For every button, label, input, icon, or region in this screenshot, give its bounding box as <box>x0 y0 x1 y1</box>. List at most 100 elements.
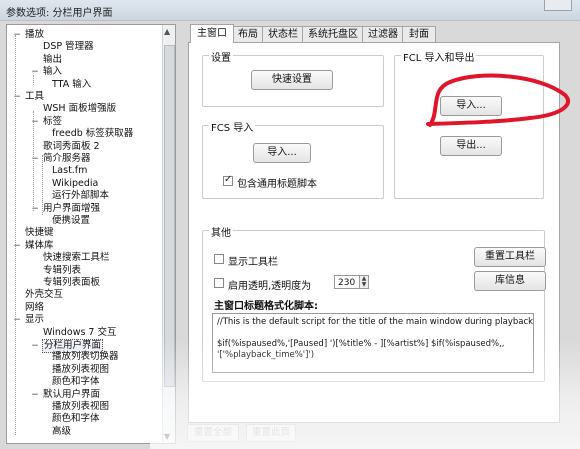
fcl-import-button[interactable]: 导入... <box>440 96 502 116</box>
tree-guide-line <box>42 155 43 215</box>
tree-item[interactable]: 歌词秀面板 2 <box>31 141 101 153</box>
tree-item-label: 用户界面增强 <box>43 202 101 214</box>
settings-group-title: 设置 <box>209 49 233 64</box>
tree-item[interactable]: TTA 输入 <box>40 79 92 91</box>
reset-all-button[interactable]: 重置全部 <box>187 424 239 442</box>
tree-item-label: 外壳交互 <box>25 289 64 301</box>
tree-item[interactable]: − 输入 <box>31 66 63 78</box>
tab-filters[interactable]: 过滤器 <box>362 26 404 43</box>
tab-system-tray[interactable]: 系统托盘区 <box>302 26 364 43</box>
tab-main-window[interactable]: 主窗口 <box>190 24 234 43</box>
show-toolbar-checkbox[interactable] <box>214 254 224 264</box>
tree-item[interactable]: 快速搜索工具栏 <box>31 252 111 264</box>
main-window-panel: 设置 快速设置 FCS 导入 导入... 包含通用标题脚本 FCL 导入和导出 … <box>188 42 560 423</box>
tree-item[interactable]: 专辑列表 <box>31 265 82 277</box>
tree-item[interactable]: − 媒体库 <box>13 240 55 252</box>
tree-item[interactable]: 快捷键 <box>13 227 55 239</box>
transparency-label: 启用透明,透明度为 <box>228 281 312 292</box>
tree-item[interactable]: − 分栏用户界面 <box>31 339 104 353</box>
tree-item[interactable]: Windows 7 交互 <box>31 327 118 339</box>
window-title: 参数选项: 分栏用户界面 <box>6 8 113 19</box>
tree-item-label: 颜色和字体 <box>52 376 100 388</box>
tab-cover[interactable]: 封面 <box>402 26 436 43</box>
tree-scrollbar[interactable]: ▲ ▼ <box>162 25 175 443</box>
tree-item-label: 简介服务器 <box>43 153 91 164</box>
tree-item[interactable]: 外壳交互 <box>13 289 64 301</box>
tree-item-label: 专辑列表面板 <box>43 277 101 288</box>
tree-item[interactable]: − 工具 <box>13 91 45 103</box>
transparency-checkbox[interactable] <box>214 278 224 288</box>
scroll-up-icon[interactable]: ▲ <box>164 27 170 36</box>
tree-item[interactable]: freedb 标签获取器 <box>40 128 134 140</box>
fcl-export-button[interactable]: 导出... <box>440 136 502 156</box>
tree-item-label: DSP 管理器 <box>43 41 94 53</box>
tree-item[interactable]: 输出 <box>31 54 63 66</box>
tree-item-label: Wikipedia <box>52 177 99 189</box>
transparency-value-input[interactable]: 230 <box>334 275 360 289</box>
tree-item[interactable]: 便携设置 <box>40 215 91 227</box>
tree-item[interactable]: 播放列表视图 <box>40 401 110 413</box>
tree-item-label: 运行外部脚本 <box>52 190 110 202</box>
tree-item-label: WSH 面板增强版 <box>43 103 117 115</box>
tree-item-label: 快速搜索工具栏 <box>43 252 110 264</box>
tree-item[interactable]: − 播放 <box>13 29 45 41</box>
tree-item-label: 标签 <box>43 115 63 127</box>
other-group-title: 其他 <box>209 224 233 239</box>
tree-item-label: 输入 <box>43 66 63 78</box>
close-button[interactable] <box>544 0 572 11</box>
tree-item[interactable]: 颜色和字体 <box>40 376 101 388</box>
tree-item[interactable]: Wikipedia <box>40 178 99 190</box>
tree-item-label: 媒体库 <box>25 239 54 251</box>
tree-item-label: Last.fm <box>52 165 88 177</box>
fcs-import-button[interactable]: 导入... <box>253 143 311 163</box>
include-title-script-checkbox[interactable] <box>223 174 233 186</box>
tree-item[interactable]: 网络 <box>13 302 45 314</box>
tree-item[interactable]: Last.fm <box>40 165 88 177</box>
tree-item-label: 播放列表视图 <box>52 363 110 375</box>
tree-item-label: 高级 <box>52 425 72 437</box>
tree-item[interactable]: − 标签 <box>31 116 63 128</box>
tab-status-bar[interactable]: 状态栏 <box>262 26 304 43</box>
fcl-group-title: FCL 导入和导出 <box>401 49 477 64</box>
fcs-import-group: FCS 导入 导入... 包含通用标题脚本 <box>202 119 384 199</box>
show-toolbar-label: 显示工具栏 <box>228 257 278 268</box>
tree-item-label: 颜色和字体 <box>52 413 100 425</box>
tree-guide-line <box>33 111 34 211</box>
tree-item[interactable]: 播放列表切换器 <box>40 351 120 363</box>
tree-item[interactable]: − 默认用户界面 <box>31 389 101 401</box>
title-script-label: 主窗口标题格式化脚本: <box>214 301 318 312</box>
scroll-thumb[interactable] <box>164 45 175 387</box>
transparency-spinner[interactable]: ▲ ▼ <box>359 275 369 289</box>
tree-item[interactable]: 颜色和字体 <box>40 413 101 425</box>
reset-page-button[interactable]: 重置此页 <box>246 424 296 442</box>
quick-setup-button[interactable]: 快速设置 <box>251 70 333 90</box>
tree-item[interactable]: 专辑列表面板 <box>31 277 101 289</box>
tree-item-label: 专辑列表 <box>43 264 82 276</box>
window-titlebar: 参数选项: 分栏用户界面 <box>0 0 580 21</box>
tree-guide-line <box>33 75 34 85</box>
tree-item-label: 歌词秀面板 2 <box>43 140 100 152</box>
tree-item[interactable]: 运行外部脚本 <box>40 190 110 202</box>
tree-item[interactable]: − 简介服务器 <box>31 153 92 165</box>
tree-item[interactable]: − 显示 <box>13 314 45 326</box>
tree-item-label: freedb 标签获取器 <box>52 128 134 140</box>
tree-item-label: 输出 <box>43 53 63 65</box>
collapse-icon[interactable]: − <box>31 340 39 352</box>
tree-item-label: Windows 7 交互 <box>43 326 117 338</box>
tree-item[interactable]: WSH 面板增强版 <box>31 103 117 115</box>
tree-guide-line <box>15 35 16 435</box>
tree-item[interactable]: 高级 <box>40 426 72 438</box>
tree-item-label: 默认用户界面 <box>43 388 101 400</box>
collapse-icon[interactable]: − <box>31 389 39 401</box>
tree-item-label: 播放列表切换器 <box>52 351 119 363</box>
tree-item[interactable]: 播放列表视图 <box>40 364 110 376</box>
preferences-tree[interactable]: ▲ ▼ − 播放 DSP 管理器 输出 − 输入 TTA 输入 − 工具 WSH 面板增强版 − 标签… <box>6 24 176 444</box>
title-script-editor[interactable]: //This is the default script for the tit… <box>212 313 534 373</box>
library-info-button[interactable]: 库信息 <box>474 271 546 291</box>
scroll-down-icon[interactable]: ▼ <box>164 432 170 441</box>
tree-item[interactable]: DSP 管理器 <box>31 41 95 53</box>
include-title-script-label: 包含通用标题脚本 <box>237 179 317 190</box>
tab-layout[interactable]: 布局 <box>232 26 264 43</box>
reset-toolbar-button[interactable]: 重置工具栏 <box>474 247 546 267</box>
tree-item-label: 显示 <box>25 314 45 326</box>
